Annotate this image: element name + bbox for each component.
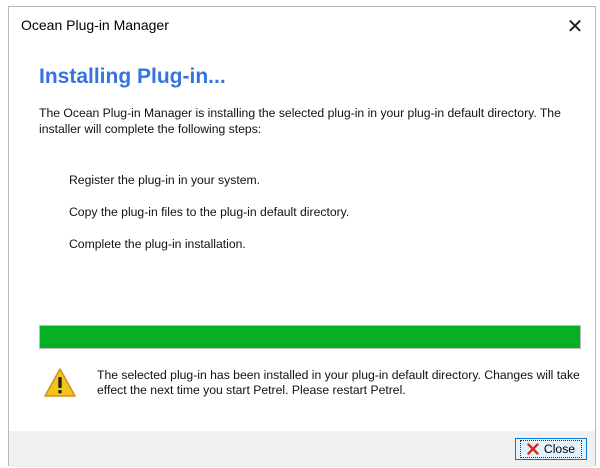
close-button-label: Close xyxy=(543,442,576,456)
intro-text: The Ocean Plug-in Manager is installing … xyxy=(39,106,561,136)
warning-icon xyxy=(44,368,76,397)
page-title: Installing Plug-in... xyxy=(39,65,226,88)
red-x-icon xyxy=(527,443,539,455)
progress-bar xyxy=(39,325,581,349)
title-bar: Ocean Plug-in Manager ✕ xyxy=(9,7,595,45)
footer-bar: Close xyxy=(9,431,595,467)
list-item: Copy the plug-in files to the plug-in de… xyxy=(69,205,350,219)
plugin-manager-window: Ocean Plug-in Manager ✕ Installing Plug-… xyxy=(8,6,596,467)
window-title: Ocean Plug-in Manager xyxy=(21,17,169,33)
close-button[interactable]: Close xyxy=(515,438,587,460)
list-item: Complete the plug-in installation. xyxy=(69,237,246,251)
progress-fill xyxy=(40,326,580,348)
close-button-content: Close xyxy=(519,440,583,458)
list-item: Register the plug-in in your system. xyxy=(69,173,261,187)
status-message: The selected plug-in has been installed … xyxy=(97,368,580,397)
window-close-icon[interactable]: ✕ xyxy=(555,7,595,45)
